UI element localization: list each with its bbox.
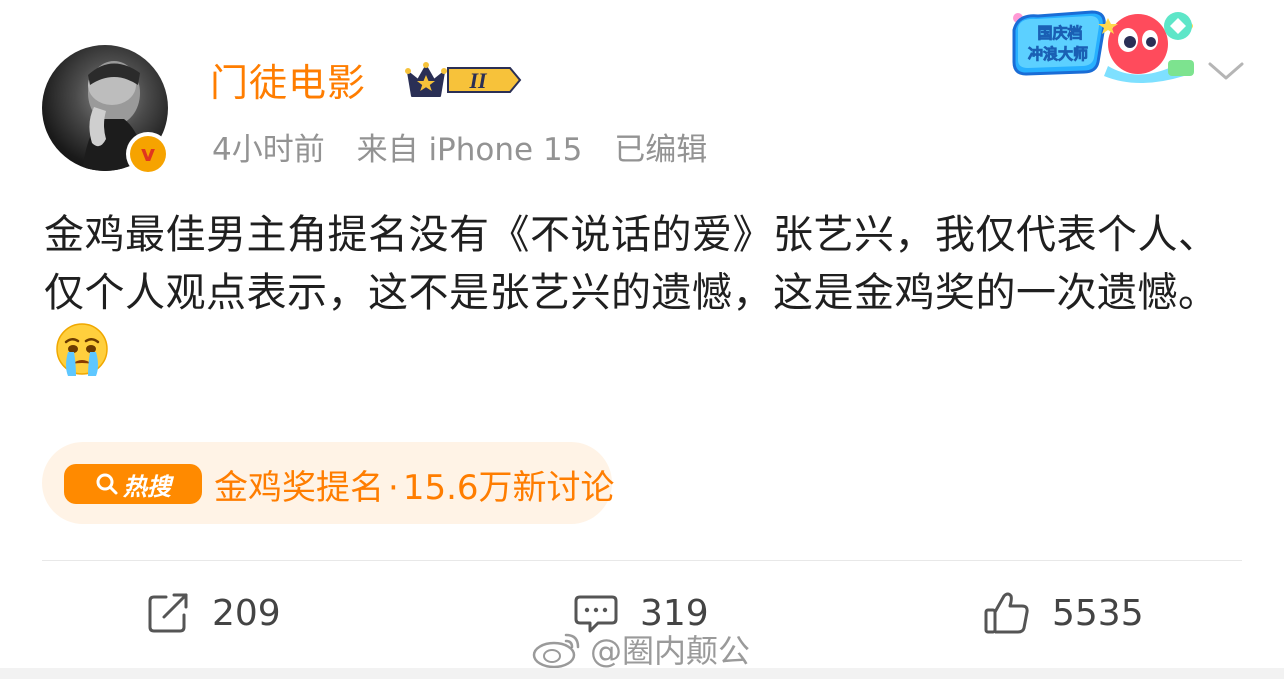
- festival-badge[interactable]: 国庆档 冲浪大师: [1008, 4, 1198, 86]
- hot-search-stats: 15.6万新讨论: [402, 468, 615, 508]
- author-name[interactable]: 门徒电影: [210, 52, 366, 107]
- bottom-separator: [0, 668, 1284, 679]
- post-source: 来自 iPhone 15: [356, 132, 583, 168]
- hot-search-tag: 热搜: [64, 464, 202, 504]
- hot-search-text: 金鸡奖提名 · 15.6万新讨论: [214, 460, 615, 509]
- search-icon: [96, 473, 118, 495]
- crying-face-emoji: [56, 323, 108, 376]
- post-meta: 4小时前 来自 iPhone 15 已编辑: [212, 124, 729, 169]
- post-content: 金鸡最佳男主角提名没有《不说话的爱》张艺兴，我仅代表个人、仅个人观点表示，这不是…: [44, 206, 1244, 382]
- repost-count: 209: [212, 592, 281, 634]
- weibo-logo-icon: [532, 633, 580, 669]
- verified-icon: v: [130, 136, 166, 172]
- post-edited[interactable]: 已编辑: [614, 132, 707, 168]
- hot-search-tag-label: 热搜: [123, 472, 171, 501]
- repost-button[interactable]: 209: [146, 588, 281, 638]
- hot-search-separator: ·: [388, 468, 399, 508]
- post-time: 4小时前: [212, 132, 325, 168]
- festival-badge-line1: 国庆档: [1037, 24, 1082, 42]
- watermark: @圈内颠公: [530, 626, 750, 672]
- vip-badge[interactable]: II: [404, 58, 524, 102]
- post-text: 金鸡最佳男主角提名没有《不说话的爱》张艺兴，我仅代表个人、仅个人观点表示，这不是…: [44, 212, 1219, 316]
- repost-icon: [148, 593, 188, 633]
- hot-search-topic-name: 金鸡奖提名: [214, 468, 384, 508]
- hot-search-topic[interactable]: 热搜 金鸡奖提名 · 15.6万新讨论: [42, 442, 615, 524]
- verified-badge: v: [126, 132, 170, 176]
- crown-icon: II: [405, 62, 522, 97]
- vip-level-text: II: [468, 68, 488, 93]
- like-button[interactable]: 5535: [984, 588, 1144, 638]
- action-divider: [42, 560, 1242, 561]
- watermark-text: @圈内颠公: [590, 632, 751, 670]
- chevron-down-icon[interactable]: [1206, 56, 1246, 86]
- like-count: 5535: [1052, 592, 1144, 634]
- festival-badge-line2: 冲浪大师: [1028, 45, 1088, 63]
- thumbs-up-icon: [984, 592, 1029, 634]
